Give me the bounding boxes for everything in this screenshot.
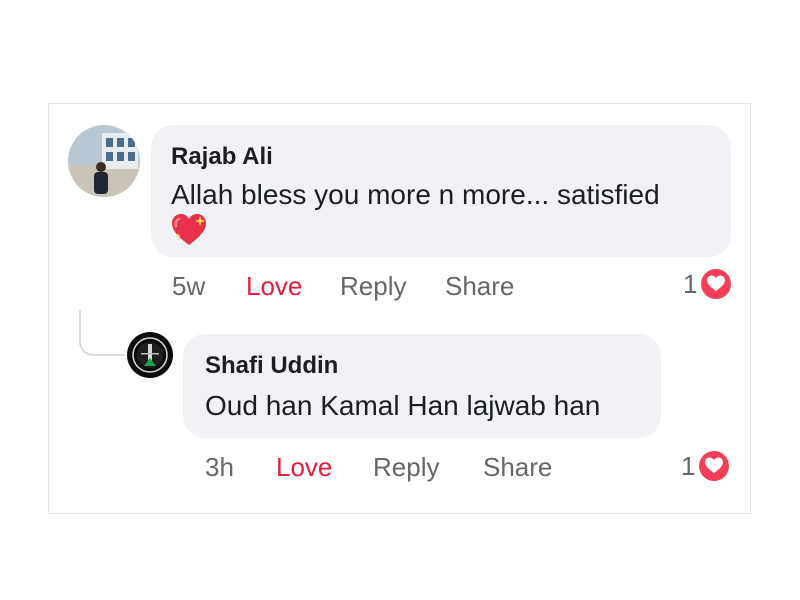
avatar[interactable] [127, 332, 173, 378]
profile-photo [127, 332, 173, 378]
comment-text: Allah bless you more n more... satisfied [171, 179, 660, 210]
avatar[interactable] [68, 125, 140, 197]
love-button[interactable]: Love [246, 271, 302, 302]
love-button[interactable]: Love [276, 452, 332, 483]
reply-connector [79, 310, 125, 356]
comment-actions: 3h Love Reply Share [205, 452, 565, 486]
share-button[interactable]: Share [483, 452, 552, 483]
comment-actions: 5w Love Reply Share [172, 271, 514, 305]
heart-icon [701, 269, 731, 299]
comment-bubble: Rajab Ali Allah bless you more n more...… [151, 125, 731, 257]
comments-panel: Rajab Ali Allah bless you more n more...… [48, 103, 751, 514]
comment-author[interactable]: Rajab Ali [171, 143, 273, 171]
sparkling-heart-icon [171, 213, 207, 247]
timestamp[interactable]: 3h [205, 452, 234, 483]
share-button[interactable]: Share [445, 271, 514, 302]
reaction-count: 1 [681, 451, 696, 481]
reaction-summary[interactable]: 1 [681, 267, 731, 301]
profile-photo [68, 125, 140, 197]
heart-icon [699, 451, 729, 481]
comment-text: Oud han Kamal Han lajwab han [205, 390, 601, 421]
timestamp[interactable]: 5w [172, 271, 205, 302]
reaction-summary[interactable]: 1 [679, 449, 731, 483]
comment-author[interactable]: Shafi Uddin [205, 352, 338, 380]
reaction-count: 1 [683, 269, 698, 299]
reply-button[interactable]: Reply [340, 271, 406, 302]
reply-bubble: Shafi Uddin Oud han Kamal Han lajwab han [183, 334, 661, 438]
reply-button[interactable]: Reply [373, 452, 439, 483]
